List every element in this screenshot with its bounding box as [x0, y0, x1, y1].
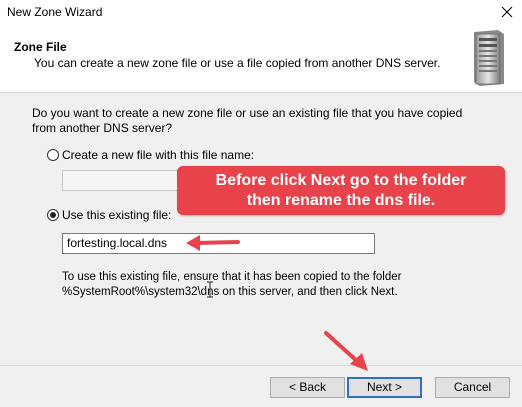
- page-subtitle: You can create a new zone file or use a …: [34, 56, 441, 70]
- server-icon: [474, 30, 504, 86]
- annotation-callout: Before click Next go to the folder then …: [177, 166, 505, 215]
- page-title: Zone File: [14, 40, 67, 54]
- annotation-line-1: Before click Next go to the folder: [215, 172, 467, 189]
- window-title: New Zone Wizard: [7, 5, 103, 19]
- annotation-line-2: then rename the dns file.: [246, 192, 436, 209]
- wizard-body: Do you want to create a new zone file or…: [0, 93, 522, 365]
- close-button[interactable]: [492, 0, 522, 24]
- title-bar: New Zone Wizard: [0, 0, 522, 24]
- existing-file-note: To use this existing file, ensure that i…: [62, 270, 482, 300]
- use-existing-radio[interactable]: [47, 209, 59, 221]
- close-icon: [501, 6, 513, 18]
- create-new-radio[interactable]: [47, 149, 59, 161]
- existing-file-input[interactable]: fortesting.local.dns: [62, 233, 375, 254]
- note-line-1: To use this existing file, ensure that i…: [62, 271, 402, 283]
- wizard-footer: < Back Next > Cancel: [0, 365, 522, 407]
- note-line-2: %SystemRoot%\system32\dns on this server…: [62, 286, 398, 298]
- cancel-button[interactable]: Cancel: [435, 377, 510, 398]
- create-new-label[interactable]: Create a new file with this file name:: [62, 148, 254, 162]
- wizard-header: Zone File You can create a new zone file…: [0, 24, 522, 93]
- back-button[interactable]: < Back: [270, 377, 345, 398]
- next-button[interactable]: Next >: [347, 377, 422, 398]
- question-text: Do you want to create a new zone file or…: [32, 106, 463, 135]
- use-existing-label[interactable]: Use this existing file:: [62, 208, 171, 222]
